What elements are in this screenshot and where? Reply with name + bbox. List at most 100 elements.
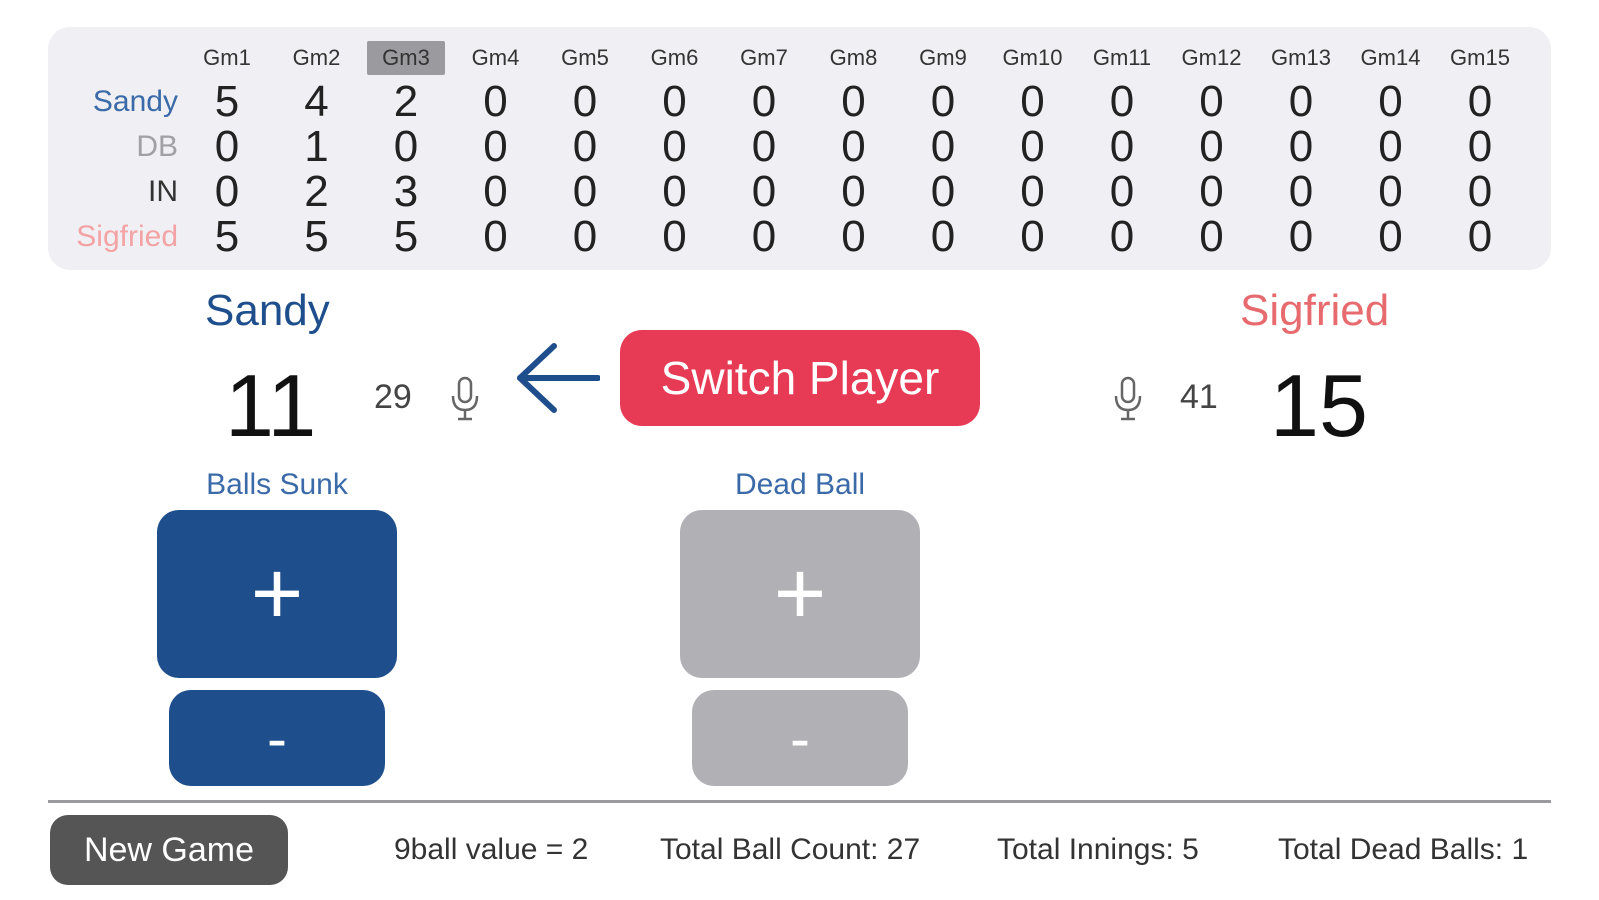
scoreboard-cell: 0 [841, 122, 866, 171]
scoreboard-row-label: DB [136, 130, 178, 163]
scoreboard: Gm1 Gm2 Gm3 Gm4 Gm5 Gm6 Gm7 Gm8 Gm9 Gm10 Gm11 Gm12 G… [48, 27, 1551, 270]
left-arrow-icon [514, 340, 601, 420]
scoreboard-cell: 0 [841, 212, 866, 261]
right-player-score: 15 [1270, 356, 1368, 455]
left-player-score: 11 [225, 356, 317, 455]
scoreboard-cell: 0 [1467, 167, 1493, 216]
game-column-header[interactable]: Gm13 [1262, 41, 1340, 75]
scoreboard-cell: 0 [214, 122, 240, 171]
scoreboard-cell: 0 [1020, 167, 1045, 216]
right-player-count: 41 [1180, 378, 1218, 416]
scoreboard-cell: 0 [1199, 77, 1224, 126]
scoreboard-row-label: Sandy [92, 85, 178, 118]
left-player-count: 29 [374, 378, 412, 416]
total-innings: Total Innings: 5 [997, 833, 1199, 866]
game-column-header[interactable]: Gm2 [278, 41, 356, 75]
switch-player-button[interactable]: Switch Player [620, 330, 980, 426]
scoreboard-cell: 0 [751, 212, 777, 261]
dead-ball-minus-button[interactable]: - [692, 690, 908, 786]
scoreboard-cell: 0 [572, 122, 598, 171]
microphone-icon[interactable] [448, 376, 482, 422]
scoreboard-cell: 0 [1109, 77, 1135, 126]
scoreboard-cell: 5 [304, 212, 329, 261]
game-column-header[interactable]: Gm14 [1352, 41, 1430, 75]
balls-sunk-label: Balls Sunk [206, 468, 348, 501]
game-column-header[interactable]: Gm10 [994, 41, 1072, 75]
scoreboard-cell: 0 [1199, 122, 1224, 171]
scoreboard-cell: 0 [930, 212, 956, 261]
scoreboard-cell: 0 [1378, 122, 1403, 171]
scoreboard-cell: 0 [1467, 122, 1493, 171]
scoreboard-cell: 0 [930, 77, 956, 126]
scoreboard-cell: 5 [393, 212, 419, 261]
scoreboard-cell: 0 [930, 167, 956, 216]
scoreboard-cell: 0 [483, 122, 508, 171]
scoreboard-cell: 0 [751, 122, 777, 171]
scoreboard-cell: 0 [1288, 77, 1314, 126]
scoreboard-cell: 5 [214, 212, 240, 261]
scoreboard-cell: 0 [1199, 212, 1224, 261]
scoreboard-cell: 0 [1020, 122, 1045, 171]
scoreboard-cell: 0 [1109, 212, 1135, 261]
game-column-header[interactable]: Gm4 [457, 41, 535, 75]
scoreboard-cell: 0 [1199, 167, 1224, 216]
scoreboard-cell: 5 [214, 77, 240, 126]
scoreboard-grid: Gm1 Gm2 Gm3 Gm4 Gm5 Gm6 Gm7 Gm8 Gm9 Gm10 Gm11 Gm12 G… [48, 27, 1551, 270]
scoreboard-cell: 0 [572, 167, 598, 216]
scoreboard-cell: 0 [483, 77, 508, 126]
new-game-button[interactable]: New Game [50, 815, 288, 885]
scoreboard-cell: 0 [572, 212, 598, 261]
scoreboard-cell: 0 [841, 167, 866, 216]
game-column-header[interactable]: Gm15 [1441, 41, 1519, 75]
scoreboard-cell: 0 [1467, 77, 1493, 126]
scoreboard-cell: 0 [662, 212, 687, 261]
right-player-name: Sigfried [1240, 286, 1390, 335]
scoreboard-cell: 0 [572, 77, 598, 126]
scoreboard-cell: 0 [1288, 167, 1314, 216]
scoreboard-row-label: Sigfried [76, 220, 178, 253]
scoreboard-cell: 4 [304, 77, 329, 126]
nine-ball-value: 9ball value = 2 [394, 833, 589, 866]
balls-sunk-minus-button[interactable]: - [169, 690, 385, 786]
scoreboard-cell: 0 [393, 122, 419, 171]
dead-ball-label: Dead Ball [734, 468, 866, 501]
scoreboard-cell: 0 [841, 77, 866, 126]
game-column-header[interactable]: Gm11 [1083, 41, 1161, 75]
scoreboard-cell: 3 [393, 167, 419, 216]
scoreboard-cell: 2 [393, 77, 419, 126]
scoreboard-cell: 0 [1378, 167, 1403, 216]
game-column-header[interactable]: Gm12 [1173, 41, 1251, 75]
scoreboard-cell: 0 [1109, 122, 1135, 171]
microphone-icon[interactable] [1111, 376, 1145, 422]
game-column-header[interactable]: Gm1 [188, 41, 266, 75]
game-column-header[interactable]: Gm8 [815, 41, 893, 75]
scoreboard-cell: 0 [483, 167, 508, 216]
scoreboard-cell: 0 [1378, 212, 1403, 261]
scoreboard-cell: 0 [214, 167, 240, 216]
game-column-header[interactable]: Gm3 [367, 41, 445, 75]
scoreboard-cell: 0 [1020, 77, 1045, 126]
scoreboard-cell: 0 [1378, 77, 1403, 126]
scoreboard-cell: 0 [662, 77, 687, 126]
scoreboard-cell: 0 [1109, 167, 1135, 216]
scoreboard-cell: 0 [662, 167, 687, 216]
scoreboard-cell: 2 [304, 167, 329, 216]
scoreboard-cell: 0 [1288, 212, 1314, 261]
scoreboard-cell: 0 [751, 77, 777, 126]
scoreboard-cell: 0 [483, 212, 508, 261]
footer-divider [48, 800, 1551, 803]
game-column-header[interactable]: Gm6 [636, 41, 714, 75]
game-column-header[interactable]: Gm7 [725, 41, 803, 75]
scoreboard-cell: 0 [1020, 212, 1045, 261]
dead-ball-plus-button[interactable]: + [680, 510, 920, 678]
game-column-header[interactable]: Gm9 [904, 41, 982, 75]
scoreboard-cell: 0 [662, 122, 687, 171]
scoreboard-cell: 1 [304, 122, 329, 171]
scoreboard-cell: 0 [1288, 122, 1314, 171]
scoreboard-cell: 0 [751, 167, 777, 216]
scoreboard-cell: 0 [930, 122, 956, 171]
total-ball-count: Total Ball Count: 27 [660, 833, 921, 866]
balls-sunk-plus-button[interactable]: + [157, 510, 397, 678]
scoreboard-cell: 0 [1467, 212, 1493, 261]
game-column-header[interactable]: Gm5 [546, 41, 624, 75]
